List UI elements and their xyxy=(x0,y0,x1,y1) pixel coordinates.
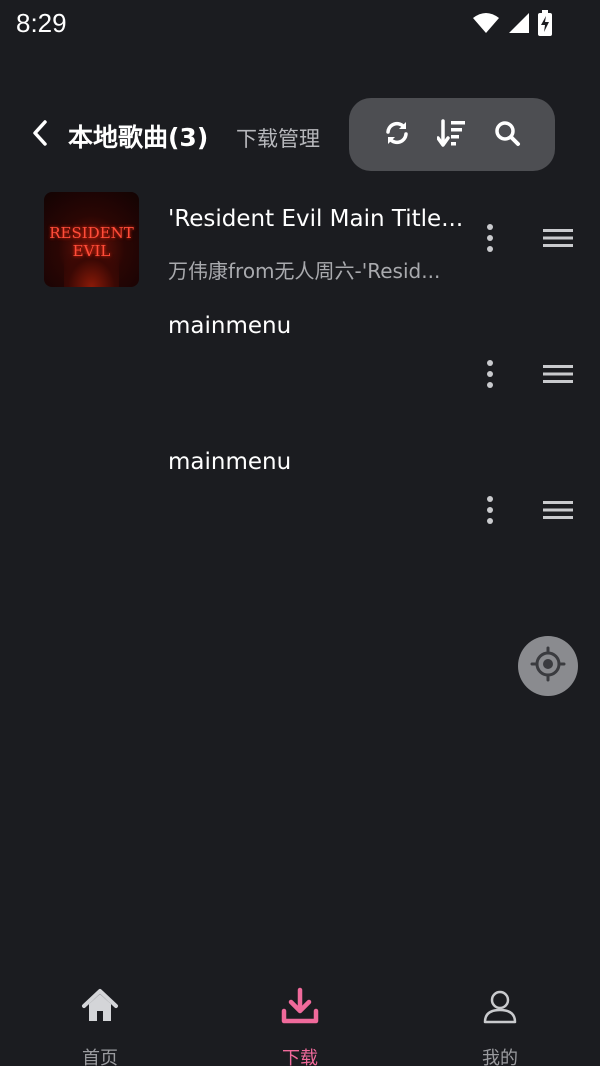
wifi-icon xyxy=(472,12,500,34)
bottom-nav: 首页 下载 我的 xyxy=(0,976,600,1066)
chevron-left-icon xyxy=(31,119,49,151)
refresh-button[interactable] xyxy=(379,117,415,153)
drag-handle[interactable] xyxy=(540,360,576,392)
nav-item-home[interactable]: 首页 xyxy=(0,976,200,1066)
refresh-icon xyxy=(383,119,411,151)
song-row[interactable]: RESIDENT EVIL 'Resident Evil Main Title.… xyxy=(0,180,600,316)
drag-handle-icon xyxy=(543,363,573,389)
back-button[interactable] xyxy=(26,118,54,152)
locate-current-button[interactable] xyxy=(518,636,578,696)
drag-handle[interactable] xyxy=(540,224,576,256)
status-time: 8:29 xyxy=(16,8,67,38)
sort-button[interactable] xyxy=(434,117,470,153)
locate-icon xyxy=(530,646,566,686)
cover-title-text: RESIDENT xyxy=(49,224,134,242)
more-vert-icon xyxy=(486,495,494,529)
song-title: mainmenu xyxy=(168,449,292,475)
download-icon xyxy=(280,986,320,1026)
song-row[interactable]: mainmenu xyxy=(0,449,600,588)
drag-handle-icon xyxy=(543,227,573,253)
header: 本地歌曲(3) 下载管理 xyxy=(0,98,600,174)
song-list: RESIDENT EVIL 'Resident Evil Main Title.… xyxy=(0,180,600,588)
more-options-button[interactable] xyxy=(476,356,504,396)
status-icons xyxy=(472,10,552,36)
download-manager-link[interactable]: 下载管理 xyxy=(236,123,320,153)
song-artist: 万伟康from无人周六-'Resid... xyxy=(168,259,441,283)
drag-handle[interactable] xyxy=(540,496,576,528)
nav-item-download[interactable]: 下载 xyxy=(200,976,400,1066)
cover-title-text: EVIL xyxy=(72,242,111,260)
more-options-button[interactable] xyxy=(476,220,504,260)
more-vert-icon xyxy=(486,223,494,257)
drag-handle-icon xyxy=(543,499,573,525)
search-button[interactable] xyxy=(489,117,525,153)
song-title: mainmenu xyxy=(168,313,292,339)
home-icon xyxy=(80,986,120,1026)
status-bar: 8:29 xyxy=(0,0,600,48)
nav-label: 首页 xyxy=(82,1048,118,1066)
nav-item-me[interactable]: 我的 xyxy=(400,976,600,1066)
action-pill xyxy=(349,98,555,171)
more-vert-icon xyxy=(486,359,494,393)
nav-label: 我的 xyxy=(482,1048,518,1066)
cellular-signal-icon xyxy=(508,12,530,34)
search-icon xyxy=(493,119,521,151)
nav-label: 下载 xyxy=(282,1048,318,1066)
user-icon xyxy=(480,986,520,1026)
song-title: 'Resident Evil Main Title... xyxy=(168,206,464,232)
battery-charging-icon xyxy=(538,10,552,36)
sort-icon xyxy=(436,118,467,152)
more-options-button[interactable] xyxy=(476,492,504,532)
page-title: 本地歌曲(3) xyxy=(68,123,209,152)
album-cover: RESIDENT EVIL xyxy=(44,192,139,287)
song-row[interactable]: mainmenu xyxy=(0,313,600,452)
